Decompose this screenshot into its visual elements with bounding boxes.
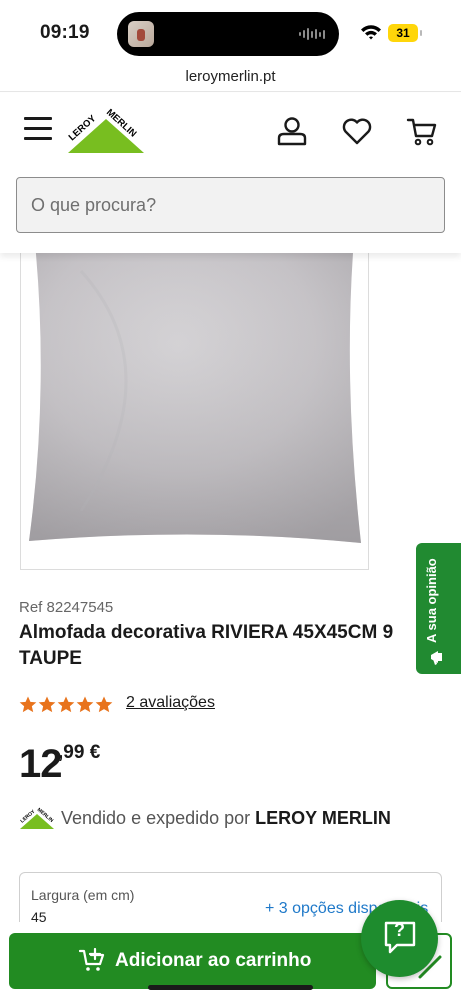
add-cart-icon [79,948,105,971]
battery-indicator: 31 [388,24,422,42]
dynamic-island[interactable] [117,12,339,56]
page: 09:19 31 leroymerlin.pt LEROY MERLIN O q… [0,0,461,999]
add-to-cart-label: Adicionar ao carrinho [115,950,312,971]
browser-url[interactable]: leroymerlin.pt [0,62,461,92]
megaphone-icon [431,651,442,665]
chat-question-mark: ? [394,920,405,940]
leroy-merlin-logo[interactable]: LEROY MERLIN [66,105,146,155]
help-chat-button[interactable]: ? [361,900,438,977]
audio-wave-icon [299,27,325,41]
price-decimal: ,99 € [58,742,101,763]
status-time: 09:19 [40,22,90,43]
feedback-tab[interactable]: A sua opinião [416,543,461,674]
reviews-link[interactable]: 2 avaliações [126,694,215,712]
cushion-image [29,239,361,543]
star-icon [76,696,94,713]
product-title-line2: TAUPE [19,648,82,669]
search-input[interactable] [16,177,445,233]
add-to-cart-button[interactable]: Adicionar ao carrinho [9,933,376,989]
home-indicator[interactable] [148,985,313,990]
star-icon [38,696,56,713]
product-ref: Ref 82247545 [19,599,114,616]
wifi-icon [361,25,381,40]
option-label: Largura (em cm) [31,887,135,903]
menu-icon[interactable] [24,117,52,140]
seller-name: LEROY MERLIN [255,808,391,828]
seller-prefix: Vendido e expedido por [61,808,256,828]
product-image[interactable] [20,230,369,570]
star-icon [95,696,113,713]
now-playing-thumbnail [128,21,154,47]
cart-icon[interactable] [406,115,438,147]
account-icon[interactable] [276,115,308,147]
seller-info: Vendido e expedido por LEROY MERLIN [61,808,391,829]
status-bar: 09:19 31 [0,0,461,62]
star-icon [19,696,37,713]
site-header: LEROY MERLIN [0,93,461,253]
favorites-heart-icon[interactable] [341,115,373,147]
product-title-line1: Almofada decorativa RIVIERA 45X45CM 9 [19,622,394,643]
star-icon [57,696,75,713]
price-integer: 12 [19,742,62,786]
rating-stars[interactable] [19,696,113,713]
seller-logo: LEROY MERLIN [19,807,55,829]
